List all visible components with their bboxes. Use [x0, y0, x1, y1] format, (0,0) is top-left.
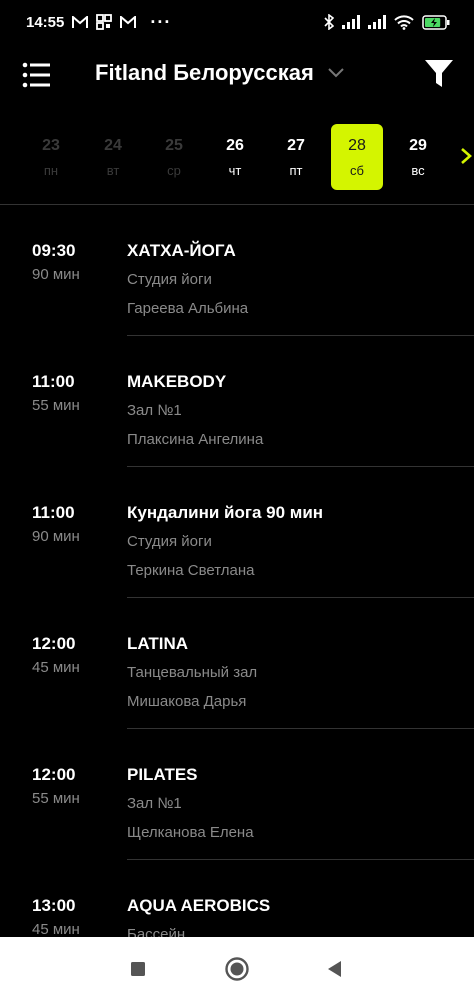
session-time: 12:00 [32, 765, 76, 784]
session-name: AQUA AEROBICS [127, 896, 271, 915]
date-day: 24 [104, 136, 122, 154]
session-trainer: Щелканова Елена [127, 824, 254, 841]
session-room: Студия йоги [127, 271, 212, 288]
signal-strength-icon [368, 15, 386, 29]
session-duration: 90 мин [32, 528, 80, 545]
session-name: PILATES [127, 765, 198, 784]
status-bar: 14:55 ··· [0, 0, 474, 44]
session-name: MAKEBODY [127, 372, 227, 391]
wifi-icon [394, 14, 414, 30]
gmail-icon [72, 15, 89, 29]
session-duration: 45 мин [32, 659, 80, 676]
session-time: 13:00 [32, 896, 76, 915]
session-duration: 55 мин [32, 790, 80, 807]
date-day: 26 [226, 136, 244, 154]
session-trainer: Плаксина Ангелина [127, 431, 264, 448]
home-circle-icon[interactable] [223, 955, 251, 983]
session-item[interactable]: 11:00 90 мин Кундалини йога 90 мин Студи… [0, 467, 474, 598]
date-item[interactable]: 27 пт [270, 124, 322, 190]
session-item[interactable]: 11:00 55 мин MAKEBODY Зал №1 Плаксина Ан… [0, 336, 474, 467]
session-time: 09:30 [32, 241, 76, 260]
date-day: 28 [348, 136, 366, 154]
session-trainer: Гареева Альбина [127, 300, 249, 317]
club-selector[interactable]: Fitland Белорусская [95, 60, 344, 86]
session-item[interactable]: 12:00 45 мин LATINA Танцевальный зал Миш… [0, 598, 474, 729]
session-duration: 55 мин [32, 397, 80, 414]
date-weekday: пт [289, 162, 303, 178]
session-name: ХАТХА-ЙОГА [127, 241, 236, 260]
gmail-icon [120, 15, 137, 29]
date-weekday: чт [228, 162, 242, 178]
system-nav-bar [0, 937, 474, 1000]
date-weekday: сб [350, 162, 364, 178]
date-weekday: вс [411, 162, 425, 178]
session-room: Бассейн [127, 926, 186, 937]
club-title: Fitland Белорусская [95, 60, 314, 85]
signal-strength-icon [342, 15, 360, 29]
session-time: 12:00 [32, 634, 76, 653]
app-bar: Fitland Белорусская [0, 44, 474, 106]
date-item[interactable]: 23 пн [25, 124, 77, 190]
status-time: 14:55 [26, 13, 65, 31]
filter-icon[interactable] [424, 58, 454, 90]
date-item[interactable]: 24 вт [87, 124, 139, 190]
session-item[interactable]: 12:00 55 мин PILATES Зал №1 Щелканова Ел… [0, 729, 474, 860]
session-duration: 90 мин [32, 266, 80, 283]
session-room: Зал №1 [127, 795, 182, 812]
date-weekday: ср [167, 162, 181, 178]
session-item[interactable]: 13:00 45 мин AQUA AEROBICS Бассейн [0, 860, 474, 937]
session-trainer: Мишакова Дарья [127, 693, 247, 710]
recents-square-icon[interactable] [124, 955, 152, 983]
menu-icon[interactable] [22, 61, 52, 89]
session-room: Зал №1 [127, 402, 182, 419]
date-day: 29 [409, 136, 427, 154]
session-name: Кундалини йога 90 мин [127, 503, 324, 522]
date-item[interactable]: 25 ср [148, 124, 200, 190]
session-item[interactable]: 09:30 90 мин ХАТХА-ЙОГА Студия йоги Гаре… [0, 205, 474, 336]
session-duration: 45 мин [32, 921, 80, 937]
session-room: Студия йоги [127, 533, 212, 550]
date-weekday: пн [43, 162, 59, 178]
date-day: 25 [165, 136, 183, 154]
date-item[interactable]: 26 чт [209, 124, 261, 190]
more-notifications-icon: ··· [150, 11, 172, 32]
date-weekday: вт [106, 162, 120, 178]
session-time: 11:00 [32, 503, 75, 522]
session-trainer: Теркина Светлана [127, 562, 255, 579]
date-day: 23 [42, 136, 60, 154]
date-item[interactable]: 29 вс [392, 124, 444, 190]
bluetooth-icon [324, 14, 334, 30]
battery-charging-icon [422, 14, 450, 30]
session-room: Танцевальный зал [127, 664, 258, 681]
chevron-right-icon[interactable] [460, 146, 474, 166]
date-item-selected[interactable]: 28 сб [331, 124, 383, 190]
chevron-down-icon [328, 68, 344, 78]
session-name: LATINA [127, 634, 189, 653]
schedule-list: 09:30 90 мин ХАТХА-ЙОГА Студия йоги Гаре… [0, 205, 474, 937]
date-strip: 23 пн 24 вт 25 ср 26 чт 27 пт 28 сб 29 в… [0, 122, 474, 192]
date-day: 27 [287, 136, 305, 154]
back-triangle-icon[interactable] [320, 955, 348, 983]
qr-grid-icon [96, 14, 113, 30]
session-time: 11:00 [32, 372, 75, 391]
